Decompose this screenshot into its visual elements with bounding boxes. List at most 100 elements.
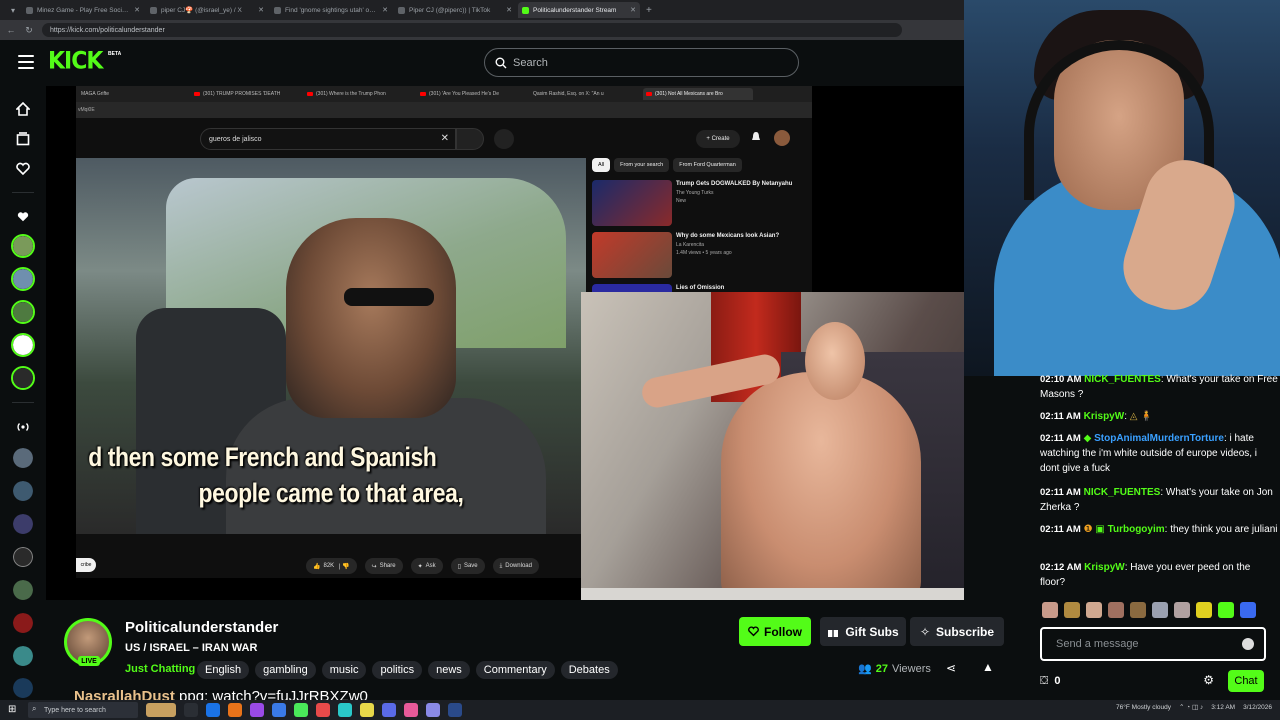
stream-category[interactable]: Just Chatting [125, 663, 195, 675]
gear-icon[interactable]: ⚙ [1203, 673, 1214, 687]
followed-channel-avatar[interactable] [11, 267, 35, 291]
taskbar-app-icon[interactable] [404, 703, 418, 717]
recommended-channel-avatar[interactable] [11, 446, 35, 470]
system-tray: 76°F Mostly cloudy ⌃ ◔ ◫ ♪ 3:12 AM 3/12/… [1116, 703, 1272, 712]
heart-icon [748, 626, 759, 637]
windows-start-icon[interactable]: ⊞ [8, 704, 16, 715]
recommended-channel-avatar[interactable] [11, 545, 35, 569]
menu-icon[interactable] [18, 55, 34, 69]
inner-tab: (301) TRUMP PROMISES 'DEATH [191, 88, 301, 100]
emote-icon: ◬ [1129, 411, 1138, 422]
following-icon[interactable] [14, 160, 32, 178]
home-icon[interactable] [14, 100, 32, 118]
report-icon[interactable]: ▲ [982, 660, 994, 674]
tag[interactable]: English [197, 661, 250, 679]
chip: From Ford Quarterman [673, 158, 742, 172]
browser-tab[interactable]: Minez Game - Play Free Social Ca ✕ [22, 2, 144, 18]
like-button: 👍 82K | 👎 [306, 558, 357, 574]
video-player[interactable]: MAGA Grifte (301) TRUMP PROMISES 'DEATH … [46, 86, 964, 600]
recommended-channel-avatar[interactable] [11, 578, 35, 602]
subscribe-button[interactable]: ✧ Subscribe [910, 617, 1004, 646]
followed-channel-avatar[interactable] [11, 333, 35, 357]
browser-tab[interactable]: Find 'gnome sightings utah' on Ti ✕ [270, 2, 392, 18]
chat-input[interactable]: Send a message [1040, 627, 1266, 661]
inner-tab-active: (301) Not All Mexicans are Bro [643, 88, 753, 100]
taskbar-search[interactable]: ⌕ Type here to search [28, 702, 138, 718]
tray-icons[interactable]: ⌃ ◔ ◫ ♪ [1179, 703, 1203, 711]
emote-icon[interactable] [1174, 602, 1190, 618]
taskbar-app-icon[interactable] [426, 703, 440, 717]
close-tab-icon[interactable]: ✕ [258, 6, 264, 14]
clock-date[interactable]: 3/12/2026 [1243, 704, 1272, 711]
taskbar-app-icon[interactable] [316, 703, 330, 717]
back-icon[interactable]: ← [6, 25, 16, 35]
yt-rec-item: Trump Gets DOGWALKED By Netanyahu The You… [592, 180, 802, 226]
save-button: ▯ Save [450, 558, 485, 574]
close-tab-icon[interactable]: ✕ [630, 6, 636, 14]
tag[interactable]: politics [372, 661, 423, 679]
taskbar-app-icon[interactable] [146, 703, 176, 717]
taskbar-app-icon[interactable] [272, 703, 286, 717]
followed-channel-avatar[interactable] [11, 366, 35, 390]
tag[interactable]: music [321, 661, 367, 679]
emote-icon[interactable] [1196, 602, 1212, 618]
yt-account-avatar [774, 130, 790, 146]
bell-icon [750, 130, 764, 144]
emote-icon[interactable] [1240, 602, 1256, 618]
tag[interactable]: Debates [560, 661, 618, 679]
browser-tab[interactable]: Piper CJ (@piperc)) | TikTok ✕ [394, 2, 516, 18]
clock-time[interactable]: 3:12 AM [1211, 704, 1235, 711]
emote-icon[interactable] [1130, 602, 1146, 618]
recommended-channel-avatar[interactable] [11, 479, 35, 503]
browser-tab-active[interactable]: Politicalunderstander Stream ✕ [518, 2, 640, 18]
close-tab-icon[interactable]: ✕ [382, 6, 388, 14]
share-icon[interactable]: ⋖ [946, 661, 956, 675]
recommended-channel-avatar[interactable] [11, 611, 35, 635]
kick-logo[interactable]: KICK [48, 48, 103, 76]
points-icon[interactable]: ⛋ [1040, 675, 1048, 688]
new-tab-icon[interactable]: + [646, 5, 652, 16]
favicon [398, 6, 405, 14]
streamer-webcam [964, 0, 1280, 376]
tab-search-icon[interactable]: ▾ [6, 3, 20, 17]
taskbar-app-icon[interactable] [184, 703, 198, 717]
reload-icon[interactable]: ↻ [24, 25, 34, 36]
recommended-channel-avatar[interactable] [11, 676, 35, 700]
emote-icon[interactable] [1064, 602, 1080, 618]
taskbar-app-icon[interactable] [360, 703, 374, 717]
recommended-channel-avatar[interactable] [11, 512, 35, 536]
browse-icon[interactable] [14, 130, 32, 148]
tag[interactable]: gambling [255, 661, 316, 679]
send-chat-button[interactable]: Chat [1228, 670, 1264, 692]
followed-channel-avatar[interactable] [11, 234, 35, 258]
weather[interactable]: 76°F Mostly cloudy [1116, 704, 1171, 711]
emote-icon[interactable] [1086, 602, 1102, 618]
taskbar-app-icon[interactable] [206, 703, 220, 717]
rec-thumbnail [592, 180, 672, 226]
emote-icon[interactable] [1218, 602, 1234, 618]
emote-icon[interactable] [1152, 602, 1168, 618]
follow-button[interactable]: Follow [739, 617, 811, 646]
emoji-icon[interactable] [1242, 638, 1254, 650]
taskbar-app-icon[interactable] [250, 703, 264, 717]
emote-icon[interactable] [1108, 602, 1124, 618]
close-tab-icon[interactable]: ✕ [134, 6, 140, 14]
gift-subs-button[interactable]: Gift Subs [820, 617, 906, 646]
taskbar-app-icon[interactable] [228, 703, 242, 717]
emote-icon[interactable] [1042, 602, 1058, 618]
rec-thumbnail [592, 232, 672, 278]
browser-tab[interactable]: piper CJ🍄 (@israel_ye) / X ✕ [146, 2, 268, 18]
tag[interactable]: news [428, 661, 470, 679]
channel-name[interactable]: Politicalunderstander [125, 619, 278, 636]
tag[interactable]: Commentary [475, 661, 555, 679]
taskbar-app-icon[interactable] [382, 703, 396, 717]
recommended-channel-avatar[interactable] [11, 644, 35, 668]
sunglasses [344, 288, 434, 306]
taskbar-app-icon[interactable] [338, 703, 352, 717]
address-bar[interactable]: https://kick.com/politicalunderstander [42, 23, 902, 37]
search-input[interactable]: Search [484, 48, 799, 77]
close-tab-icon[interactable]: ✕ [506, 6, 512, 14]
followed-channel-avatar[interactable] [11, 300, 35, 324]
taskbar-app-icon[interactable] [448, 703, 462, 717]
taskbar-app-icon[interactable] [294, 703, 308, 717]
